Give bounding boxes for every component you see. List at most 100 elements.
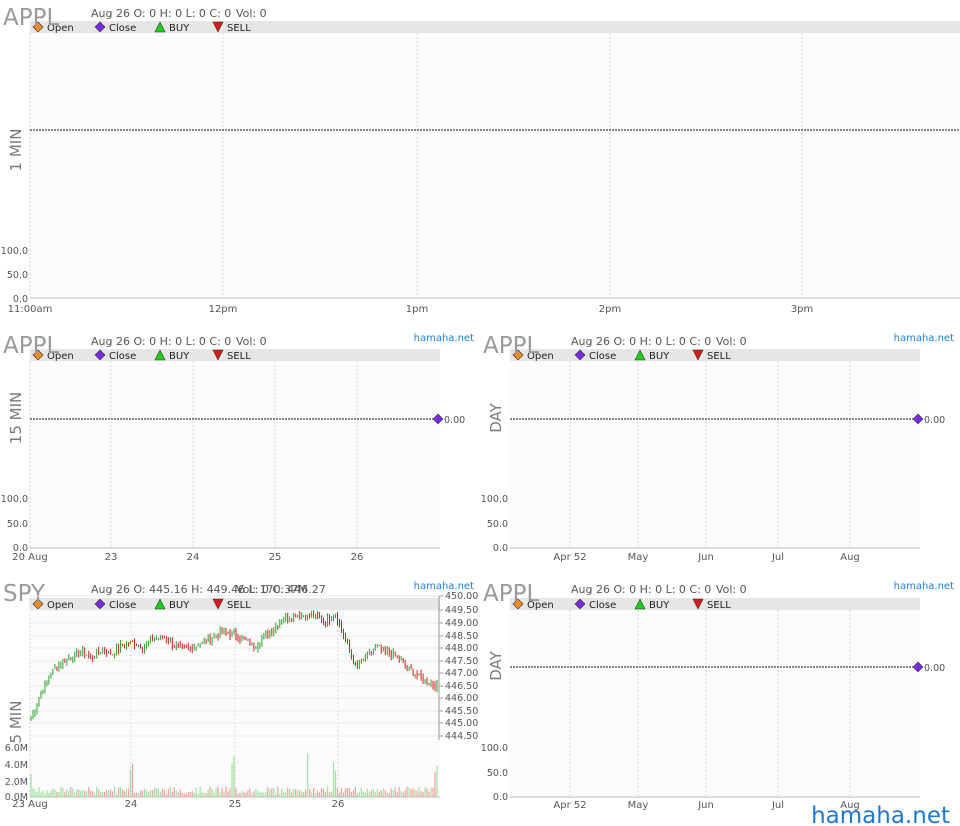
x-tick-label: 3pm xyxy=(791,304,813,315)
y-tick-label: 100.0 xyxy=(1,246,28,257)
y-tick-label: 50.0 xyxy=(7,270,28,281)
price-tick-label: 444.50 xyxy=(445,731,478,742)
volume-readout: Vol: 0 xyxy=(716,583,747,596)
brand-link[interactable]: hamaha.net xyxy=(894,581,954,592)
x-tick-label: 2pm xyxy=(599,304,621,315)
legend-label-close: Close xyxy=(109,23,136,34)
volume-tick-label: 4.0M xyxy=(5,760,28,771)
x-tick-label: 12pm xyxy=(209,304,238,315)
chart-panel-p5[interactable]: Open Close BUY SELLAPPL Aug 26 O: 0 H: 0 L: … xyxy=(481,581,954,811)
legend-label-sell: SELL xyxy=(227,600,251,611)
ohlc-readout: Aug 26 O: 0 H: 0 L: 0 C: 0 xyxy=(571,583,711,596)
timeframe-label: 15 MIN xyxy=(7,392,25,444)
volume-readout: Vol: 0 xyxy=(236,335,267,348)
ohlc-readout: Aug 26 O: 0 H: 0 L: 0 C: 0 xyxy=(91,335,231,348)
legend-label-close: Close xyxy=(109,351,136,362)
legend-label-close: Close xyxy=(589,600,616,611)
price-tick-label: 449.50 xyxy=(445,605,478,616)
charts-stage: Open Close BUY SELL APPL Aug 26 O: 0 H: 0 L: … xyxy=(1,5,960,826)
x-tick-label: 11:00am xyxy=(8,304,53,315)
volume-readout: Vol: 170.37M xyxy=(236,583,308,596)
plot-area[interactable] xyxy=(30,361,440,548)
timeframe-label: 1 MIN xyxy=(7,129,25,172)
y-tick-label: 50.0 xyxy=(487,519,508,530)
symbol-label: APPL xyxy=(483,581,539,607)
symbol-label: APPL xyxy=(3,5,59,31)
legend-label-close: Close xyxy=(589,351,616,362)
legend-label-close: Close xyxy=(109,600,136,611)
timeframe-label: DAY xyxy=(487,402,505,432)
plot-area[interactable] xyxy=(510,610,920,797)
price-tick-label: 446.00 xyxy=(445,693,478,704)
price-tick-label: 445.00 xyxy=(445,718,478,729)
timeframe-label: DAY xyxy=(487,650,505,680)
price-tick-label: 450.00 xyxy=(445,591,478,602)
legend-label-open: Open xyxy=(47,600,74,611)
y-tick-label: 50.0 xyxy=(7,519,28,530)
symbol-label: SPY xyxy=(3,581,46,607)
watermark-brand: hamaha.net xyxy=(811,803,950,826)
plot-area[interactable] xyxy=(510,361,920,548)
volume-tick-label: 0.0M xyxy=(5,792,28,803)
y-tick-label: 0.0 xyxy=(493,792,508,803)
y-tick-label: 0.0 xyxy=(13,294,28,305)
x-tick-label: Jun xyxy=(697,800,714,811)
price-tick-label: 447.50 xyxy=(445,656,478,667)
x-tick-label: Jun xyxy=(697,552,714,563)
x-tick-label: 26 xyxy=(351,552,364,563)
price-tick-label: 448.50 xyxy=(445,631,478,642)
x-tick-label: 1pm xyxy=(406,304,428,315)
x-tick-label: 25 xyxy=(269,552,282,563)
ohlc-readout: Aug 26 O: 0 H: 0 L: 0 C: 0 xyxy=(91,7,231,20)
legend-label-sell: SELL xyxy=(707,600,731,611)
legend-label-buy: BUY xyxy=(169,351,190,362)
y-tick-label: 0.0 xyxy=(493,543,508,554)
x-tick-label: 25 xyxy=(229,799,242,810)
last-value-label: 0.00 xyxy=(924,663,945,674)
volume-readout: Vol: 0 xyxy=(236,7,267,20)
price-tick-label: 445.50 xyxy=(445,706,478,717)
x-tick-label: Apr 52 xyxy=(553,552,586,563)
last-value-label: 0.00 xyxy=(924,415,945,426)
brand-link[interactable]: hamaha.net xyxy=(894,333,954,344)
y-tick-label: 0.0 xyxy=(13,543,28,554)
y-tick-label: 100.0 xyxy=(481,743,508,754)
x-tick-label: 24 xyxy=(187,552,200,563)
volume-tick-label: 6.0M xyxy=(5,743,28,754)
x-tick-label: May xyxy=(628,800,649,811)
chart-panel-p4[interactable]: Open Close BUY SELLSPY Aug 26 O: 445.16 H: 4… xyxy=(3,581,478,810)
legend-label-sell: SELL xyxy=(227,23,251,34)
legend-label-sell: SELL xyxy=(707,351,731,362)
price-tick-label: 449.00 xyxy=(445,618,478,629)
brand-link[interactable]: hamaha.net xyxy=(414,333,474,344)
volume-readout: Vol: 0 xyxy=(716,335,747,348)
x-tick-label: Apr 52 xyxy=(553,800,586,811)
legend-label-sell: SELL xyxy=(227,351,251,362)
volume-tick-label: 2.0M xyxy=(5,777,28,788)
y-tick-label: 100.0 xyxy=(1,494,28,505)
timeframe-label: 5 MIN xyxy=(7,701,25,744)
x-tick-label: Aug xyxy=(840,552,860,563)
x-tick-label: 23 xyxy=(105,552,118,563)
x-tick-label: 24 xyxy=(125,799,138,810)
y-tick-label: 100.0 xyxy=(481,494,508,505)
x-tick-label: 26 xyxy=(332,799,345,810)
legend-label-buy: BUY xyxy=(649,600,670,611)
x-tick-label: Jul xyxy=(771,552,784,563)
legend-label-buy: BUY xyxy=(169,23,190,34)
legend-label-buy: BUY xyxy=(169,600,190,611)
chart-panel-p1[interactable]: Open Close BUY SELLAPPL Aug 26 O: 0 H: 0 L: … xyxy=(1,5,960,315)
symbol-label: APPL xyxy=(483,333,539,359)
ohlc-readout: Aug 26 O: 0 H: 0 L: 0 C: 0 xyxy=(571,335,711,348)
x-tick-label: Jul xyxy=(771,800,784,811)
price-tick-label: 448.00 xyxy=(445,643,478,654)
legend-label-buy: BUY xyxy=(649,351,670,362)
last-value-label: 0.00 xyxy=(444,415,465,426)
chart-panel-p3[interactable]: Open Close BUY SELLAPPL Aug 26 O: 0 H: 0 L: … xyxy=(481,333,954,563)
chart-panel-p2[interactable]: Open Close BUY SELLAPPL Aug 26 O: 0 H: 0 L: … xyxy=(1,333,474,563)
price-tick-label: 446.50 xyxy=(445,681,478,692)
x-tick-label: May xyxy=(628,552,649,563)
y-tick-label: 50.0 xyxy=(487,768,508,779)
price-tick-label: 447.00 xyxy=(445,668,478,679)
plot-area[interactable] xyxy=(30,33,960,298)
